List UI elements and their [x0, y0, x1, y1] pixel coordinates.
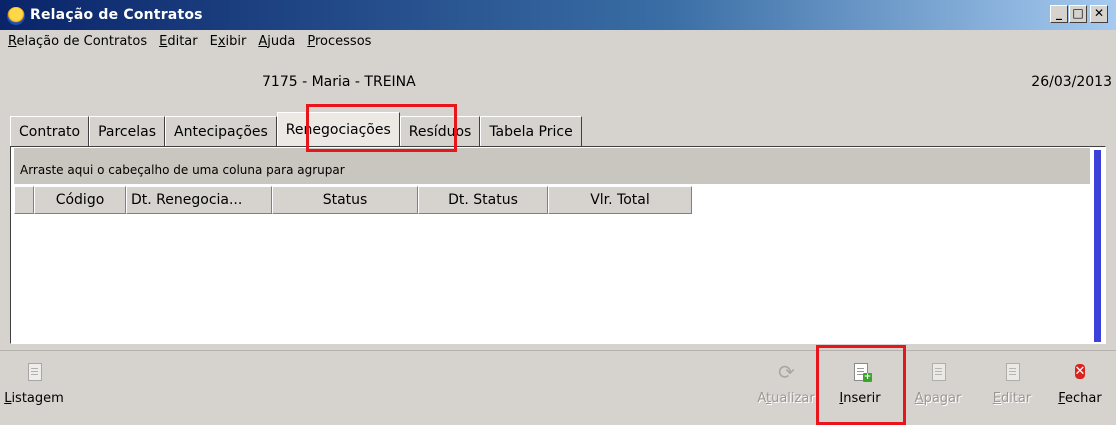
column-header-codigo[interactable]: Código [34, 186, 126, 214]
menu-bar: Relação de Contratos Editar Exibir Ajuda… [0, 34, 371, 56]
maximize-button[interactable]: □ [1069, 5, 1087, 23]
tab-contrato[interactable]: Contrato [10, 116, 90, 146]
menu-exibir[interactable]: Exibir [210, 34, 247, 56]
highlight-renegociacoes-tab [306, 104, 457, 152]
apagar-label: Apagar [914, 391, 962, 406]
tab-tabela-price[interactable]: Tabela Price [480, 116, 582, 146]
close-icon: ✕ [1074, 364, 1086, 379]
atualizar-button[interactable]: ⟳ Atualizar [756, 360, 816, 419]
grid-body[interactable] [14, 214, 1090, 342]
highlight-inserir-button [816, 345, 906, 425]
row-indicator-header [14, 186, 34, 214]
editar-label: Editar [992, 391, 1032, 406]
column-header-dt-status[interactable]: Dt. Status [418, 186, 548, 214]
window-title: Relação de Contratos [30, 7, 203, 23]
column-header-status[interactable]: Status [272, 186, 418, 214]
user-context-label: 7175 - Maria - TREINA [262, 74, 416, 90]
tab-strip: Contrato Parcelas Antecipações Renegocia… [10, 112, 582, 146]
report-document-icon [26, 363, 42, 381]
grid-header: Código Dt. Renegocia... Status Dt. Statu… [14, 186, 692, 214]
refresh-icon: ⟳ [778, 360, 795, 384]
delete-document-icon [930, 363, 946, 381]
listagem-button[interactable]: Listagem [4, 363, 64, 419]
tab-antecipacoes[interactable]: Antecipações [165, 116, 277, 146]
window-titlebar[interactable]: Relação de Contratos _ □ ✕ [0, 0, 1116, 30]
minimize-button[interactable]: _ [1050, 5, 1068, 23]
apagar-button[interactable]: Apagar [908, 363, 968, 419]
menu-ajuda[interactable]: Ajuda [258, 34, 295, 56]
editar-button[interactable]: Editar [982, 363, 1042, 419]
edit-document-icon [1004, 363, 1020, 381]
app-logo-icon [6, 6, 26, 26]
vertical-scrollbar[interactable] [1094, 150, 1101, 342]
listagem-label: Listagem [4, 391, 64, 406]
column-header-vlr-total[interactable]: Vlr. Total [548, 186, 692, 214]
tab-parcelas[interactable]: Parcelas [89, 116, 166, 146]
fechar-label: Fechar [1058, 391, 1102, 406]
current-date-label: 26/03/2013 [1031, 74, 1112, 90]
atualizar-label: Atualizar [757, 391, 815, 406]
bottom-toolbar: Listagem ⟳ Atualizar + Inserir Apagar Ed… [0, 350, 1116, 422]
context-info-bar: 7175 - Maria - TREINA 26/03/2013 [0, 72, 1116, 96]
fechar-button[interactable]: ✕ Fechar [1050, 363, 1110, 419]
group-by-drop-area[interactable]: Arraste aqui o cabeçalho de uma coluna p… [14, 148, 1090, 184]
menu-processos[interactable]: Processos [307, 34, 371, 56]
window-controls: _ □ ✕ [1050, 5, 1108, 23]
menu-editar[interactable]: Editar [159, 34, 198, 56]
close-window-button[interactable]: ✕ [1090, 5, 1108, 23]
menu-relacao-de-contratos[interactable]: Relação de Contratos [8, 34, 147, 56]
column-header-dt-renegociacao[interactable]: Dt. Renegocia... [126, 186, 272, 214]
